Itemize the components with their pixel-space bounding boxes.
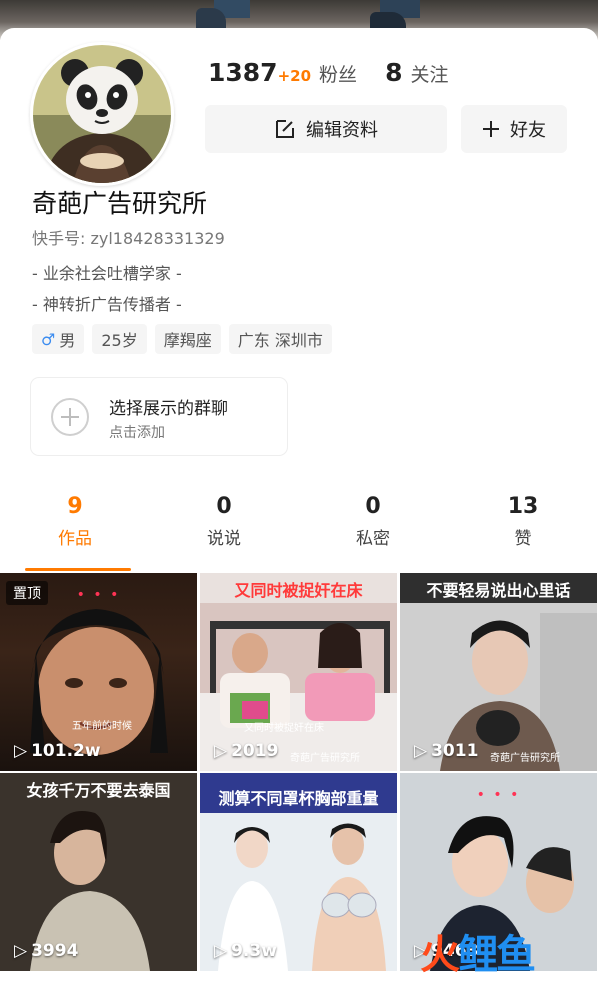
- tab-label: 说说: [207, 529, 241, 549]
- view-count-value: 9.3w: [231, 941, 277, 961]
- fans-delta: +20: [277, 67, 312, 85]
- view-count: ▷ 3994: [14, 941, 78, 961]
- tab-count: 0: [365, 494, 381, 519]
- play-icon: ▷: [214, 941, 228, 961]
- profile-name: 奇葩广告研究所: [32, 189, 208, 218]
- male-icon: ♂: [41, 329, 56, 349]
- view-count-value: 2019: [231, 741, 279, 761]
- video-tile[interactable]: 测算不同罩杯胸部重量 ▷ 9.3w: [200, 773, 397, 971]
- watermark-logo: 火鲤鱼: [420, 922, 536, 980]
- video-caption: 测算不同罩杯胸部重量: [218, 789, 379, 808]
- view-count: ▷ 3011: [414, 741, 478, 761]
- active-tab-indicator: [25, 568, 131, 571]
- video-caption: 不要轻易说出心里话: [426, 581, 571, 600]
- video-subtitle: 又同时被捉奸在床: [244, 723, 324, 734]
- video-tile[interactable]: 置顶 • • • 五年前的时候 ▷ 101.2w: [0, 573, 197, 771]
- watermark-text: 火: [420, 932, 460, 978]
- play-icon: ▷: [14, 941, 28, 961]
- video-footer: 奇葩广告研究所: [290, 753, 360, 764]
- age-tag: 25岁: [92, 324, 147, 354]
- add-circle-icon: [51, 398, 89, 436]
- video-caption: 又同时被捉奸在床: [234, 581, 363, 600]
- profile-page: 1387 +20 粉丝 8 关注 编辑资料 好友 奇葩广告研究所 快手号: zy…: [0, 28, 598, 999]
- view-count-value: 3994: [31, 941, 79, 961]
- view-count: ▷ 101.2w: [14, 741, 101, 761]
- avatar[interactable]: [30, 42, 174, 186]
- group-chat-subtitle: 点击添加: [109, 425, 165, 441]
- edit-profile-label: 编辑资料: [306, 120, 378, 141]
- view-count-value: 101.2w: [31, 741, 101, 761]
- watermark-text: 鲤鱼: [458, 932, 536, 978]
- group-chat-title: 选择展示的群聊: [109, 399, 228, 419]
- zodiac-tag: 摩羯座: [154, 324, 221, 354]
- video-tile[interactable]: 又同时被捉奸在床 又同时被捉奸在床 奇葩广告研究所 ▷ 2019: [200, 573, 397, 771]
- video-subtitle: 五年前的时候: [72, 721, 132, 732]
- add-friend-button[interactable]: 好友: [461, 105, 567, 153]
- dots-decoration: • • •: [76, 587, 121, 603]
- profile-tags: ♂ 男 25岁 摩羯座 广东 深圳市: [32, 324, 332, 354]
- tab-count: 0: [216, 494, 232, 519]
- profile-stats: 1387 +20 粉丝 8 关注: [208, 58, 448, 90]
- view-count: ▷ 2019: [214, 741, 278, 761]
- tab-likes[interactable]: 13 赞: [473, 494, 573, 549]
- play-icon: ▷: [14, 741, 28, 761]
- view-count-value: 3011: [431, 741, 479, 761]
- tab-label: 作品: [58, 529, 92, 549]
- fans-label[interactable]: 粉丝: [319, 60, 357, 87]
- tab-count: 9: [67, 494, 83, 519]
- tab-label: 赞: [514, 529, 532, 549]
- tab-posts[interactable]: 0 说说: [174, 494, 274, 549]
- dots-decoration: • • •: [476, 787, 521, 803]
- video-tile[interactable]: 女孩千万不要去泰国 ▷ 3994: [0, 773, 197, 971]
- plus-icon: [483, 121, 499, 137]
- video-footer: 奇葩广告研究所: [490, 753, 560, 764]
- edit-icon: [276, 120, 294, 138]
- pinned-badge: 置顶: [6, 581, 48, 605]
- panda-avatar-icon: [33, 45, 171, 183]
- gender-tag: ♂ 男: [32, 324, 85, 354]
- gender-label: 男: [59, 331, 76, 350]
- add-friend-label: 好友: [510, 120, 546, 141]
- following-label[interactable]: 关注: [410, 60, 448, 87]
- edit-profile-button[interactable]: 编辑资料: [205, 105, 447, 153]
- view-count: ▷ 9.3w: [214, 941, 277, 961]
- play-icon: ▷: [214, 741, 228, 761]
- location-tag: 广东 深圳市: [228, 324, 332, 354]
- tab-works[interactable]: 9 作品: [25, 494, 125, 549]
- following-count[interactable]: 8: [385, 58, 402, 87]
- tab-private[interactable]: 0 私密: [323, 494, 423, 549]
- video-tile[interactable]: 不要轻易说出心里话 奇葩广告研究所 ▷ 3011: [400, 573, 597, 771]
- fans-count[interactable]: 1387: [208, 58, 278, 87]
- bio-line: - 神转折广告传播者 -: [32, 295, 182, 314]
- group-chat-card[interactable]: 选择展示的群聊 点击添加: [31, 378, 287, 455]
- tab-count: 13: [507, 494, 539, 519]
- play-icon: ▷: [414, 741, 428, 761]
- video-caption: 女孩千万不要去泰国: [26, 781, 171, 800]
- kuaishou-id[interactable]: 快手号: zyl18428331329: [32, 225, 225, 249]
- content-tabs: 9 作品 0 说说 0 私密 13 赞: [0, 494, 598, 574]
- bio-line: - 业余社会吐槽学家 -: [32, 264, 182, 283]
- tab-label: 私密: [356, 529, 390, 549]
